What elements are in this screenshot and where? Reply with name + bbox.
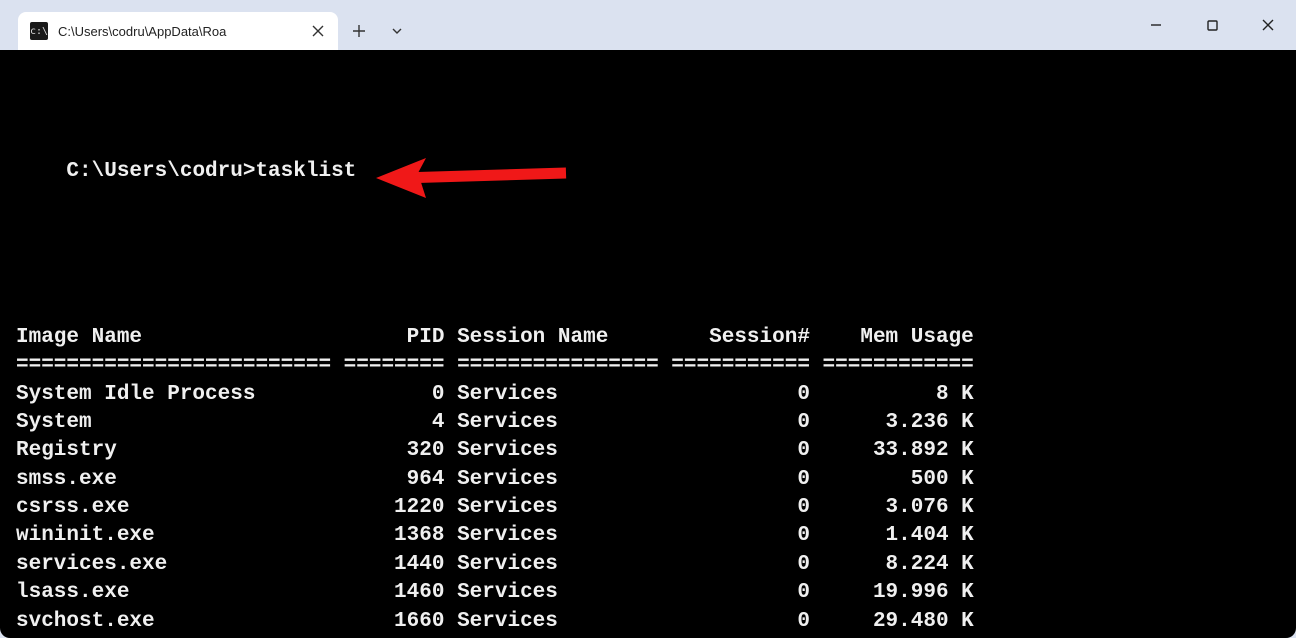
terminal-output[interactable]: C:\Users\codru>tasklist Image Name PID S… [0, 50, 1296, 638]
cmd-icon: c:\ [30, 22, 48, 40]
maximize-button[interactable] [1184, 3, 1240, 47]
tab-active[interactable]: c:\ C:\Users\codru\AppData\Roa [18, 12, 338, 50]
title-bar: c:\ C:\Users\codru\AppData\Roa [0, 0, 1296, 50]
terminal-window: c:\ C:\Users\codru\AppData\Roa C:\Users\… [0, 0, 1296, 638]
minimize-button[interactable] [1128, 3, 1184, 47]
prompt-path: C:\Users\codru> [66, 160, 255, 183]
prompt-command: tasklist [255, 160, 356, 183]
tab-dropdown-button[interactable] [380, 14, 414, 48]
tab-title: C:\Users\codru\AppData\Roa [58, 24, 298, 39]
tasklist-table: Image Name PID Session Name Session# Mem… [16, 324, 1280, 638]
prompt-line: C:\Users\codru>tasklist [66, 158, 356, 186]
window-controls [1128, 0, 1296, 50]
close-button[interactable] [1240, 3, 1296, 47]
tab-close-button[interactable] [308, 21, 328, 41]
new-tab-button[interactable] [342, 14, 376, 48]
